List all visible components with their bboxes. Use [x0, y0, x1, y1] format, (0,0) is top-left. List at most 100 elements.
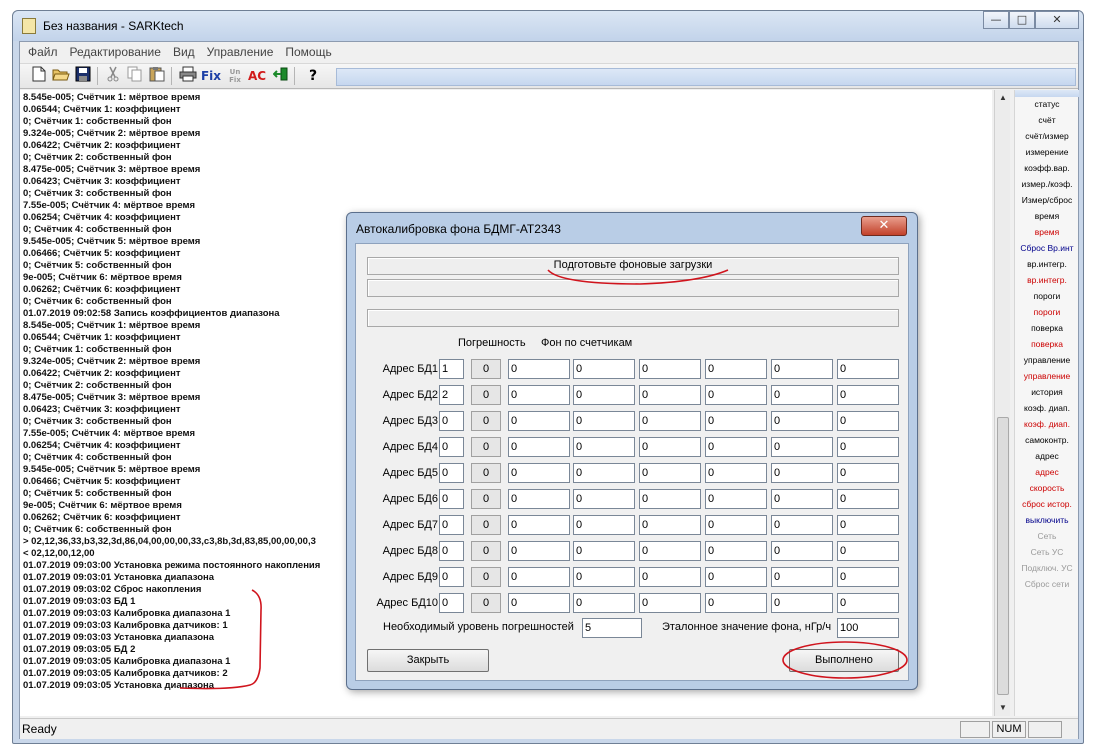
- counter-background-input[interactable]: 0: [508, 437, 570, 457]
- address-input[interactable]: 0: [439, 437, 464, 457]
- counter-background-input[interactable]: 0: [837, 489, 899, 509]
- side-command[interactable]: управление: [1015, 368, 1079, 384]
- side-command[interactable]: измер./коэф.: [1015, 176, 1079, 192]
- counter-background-input[interactable]: 0: [837, 515, 899, 535]
- counter-background-input[interactable]: 0: [639, 437, 701, 457]
- counter-background-input[interactable]: 0: [639, 489, 701, 509]
- required-error-input[interactable]: 5: [582, 618, 642, 638]
- counter-background-input[interactable]: 0: [573, 385, 635, 405]
- done-button[interactable]: Выполнено: [789, 649, 899, 672]
- side-command[interactable]: время: [1015, 208, 1079, 224]
- side-command[interactable]: коэф. диап.: [1015, 416, 1079, 432]
- ac-icon[interactable]: AC: [246, 66, 268, 86]
- menu-edit[interactable]: Редактирование: [64, 42, 167, 62]
- counter-background-input[interactable]: 0: [508, 489, 570, 509]
- counter-background-input[interactable]: 0: [573, 541, 635, 561]
- help-icon[interactable]: ?: [302, 66, 324, 86]
- side-command[interactable]: адрес: [1015, 464, 1079, 480]
- counter-background-input[interactable]: 0: [837, 359, 899, 379]
- counter-background-input[interactable]: 0: [573, 411, 635, 431]
- menu-help[interactable]: Помощь: [279, 42, 337, 62]
- counter-background-input[interactable]: 0: [771, 437, 833, 457]
- address-input[interactable]: 1: [439, 359, 464, 379]
- close-button[interactable]: ✕: [1035, 11, 1079, 29]
- counter-background-input[interactable]: 0: [705, 437, 767, 457]
- counter-background-input[interactable]: 0: [705, 411, 767, 431]
- counter-background-input[interactable]: 0: [837, 437, 899, 457]
- close-dialog-button[interactable]: Закрыть: [367, 649, 489, 672]
- side-command[interactable]: Сброс Вр.инт: [1015, 240, 1079, 256]
- address-input[interactable]: 2: [439, 385, 464, 405]
- side-command[interactable]: пороги: [1015, 304, 1079, 320]
- counter-background-input[interactable]: 0: [705, 489, 767, 509]
- address-input[interactable]: 0: [439, 593, 464, 613]
- counter-background-input[interactable]: 0: [837, 541, 899, 561]
- side-command[interactable]: выключить: [1015, 512, 1079, 528]
- side-command[interactable]: самоконтр.: [1015, 432, 1079, 448]
- side-command[interactable]: скорость: [1015, 480, 1079, 496]
- side-command[interactable]: счёт: [1015, 112, 1079, 128]
- menu-file[interactable]: Файл: [22, 42, 64, 62]
- log-scrollbar[interactable]: ▲ ▼: [994, 90, 1010, 716]
- counter-background-input[interactable]: 0: [639, 385, 701, 405]
- counter-background-input[interactable]: 0: [639, 593, 701, 613]
- counter-background-input[interactable]: 0: [705, 541, 767, 561]
- counter-background-input[interactable]: 0: [771, 463, 833, 483]
- counter-background-input[interactable]: 0: [705, 593, 767, 613]
- counter-background-input[interactable]: 0: [771, 567, 833, 587]
- side-command[interactable]: время: [1015, 224, 1079, 240]
- scroll-down-icon[interactable]: ▼: [995, 700, 1011, 716]
- counter-background-input[interactable]: 0: [639, 411, 701, 431]
- counter-background-input[interactable]: 0: [837, 567, 899, 587]
- counter-background-input[interactable]: 0: [771, 359, 833, 379]
- counter-background-input[interactable]: 0: [771, 515, 833, 535]
- counter-background-input[interactable]: 0: [508, 359, 570, 379]
- title-bar[interactable]: Без названия - SARKtech — □ ✕: [13, 11, 1083, 41]
- menu-view[interactable]: Вид: [167, 42, 201, 62]
- counter-background-input[interactable]: 0: [573, 489, 635, 509]
- address-input[interactable]: 0: [439, 489, 464, 509]
- counter-background-input[interactable]: 0: [705, 515, 767, 535]
- side-command[interactable]: адрес: [1015, 448, 1079, 464]
- counter-background-input[interactable]: 0: [573, 463, 635, 483]
- counter-background-input[interactable]: 0: [837, 385, 899, 405]
- counter-background-input[interactable]: 0: [639, 515, 701, 535]
- side-command[interactable]: управление: [1015, 352, 1079, 368]
- address-input[interactable]: 0: [439, 463, 464, 483]
- counter-background-input[interactable]: 0: [705, 359, 767, 379]
- cut-icon[interactable]: [102, 66, 124, 86]
- counter-background-input[interactable]: 0: [771, 489, 833, 509]
- side-command[interactable]: вр.интегр.: [1015, 256, 1079, 272]
- counter-background-input[interactable]: 0: [639, 463, 701, 483]
- fix-icon[interactable]: Fix: [200, 66, 222, 86]
- reference-value-input[interactable]: 100: [837, 618, 899, 638]
- counter-background-input[interactable]: 0: [771, 385, 833, 405]
- open-icon[interactable]: [50, 66, 72, 86]
- counter-background-input[interactable]: 0: [705, 385, 767, 405]
- counter-background-input[interactable]: 0: [639, 359, 701, 379]
- side-command[interactable]: вр.интегр.: [1015, 272, 1079, 288]
- side-command[interactable]: измерение: [1015, 144, 1079, 160]
- counter-background-input[interactable]: 0: [639, 541, 701, 561]
- side-command[interactable]: коэфф.вар.: [1015, 160, 1079, 176]
- unfix-icon[interactable]: Un Fix: [224, 66, 246, 86]
- copy-icon[interactable]: [124, 66, 146, 86]
- counter-background-input[interactable]: 0: [508, 463, 570, 483]
- dialog-close-button[interactable]: ✕: [861, 216, 907, 236]
- counter-background-input[interactable]: 0: [573, 359, 635, 379]
- counter-background-input[interactable]: 0: [508, 411, 570, 431]
- side-command[interactable]: Измер/сброс: [1015, 192, 1079, 208]
- address-input[interactable]: 0: [439, 541, 464, 561]
- scroll-thumb[interactable]: [997, 417, 1009, 695]
- counter-background-input[interactable]: 0: [837, 411, 899, 431]
- save-icon[interactable]: [72, 66, 94, 86]
- counter-background-input[interactable]: 0: [771, 593, 833, 613]
- counter-background-input[interactable]: 0: [508, 515, 570, 535]
- counter-background-input[interactable]: 0: [837, 593, 899, 613]
- side-command[interactable]: сброс истор.: [1015, 496, 1079, 512]
- scroll-up-icon[interactable]: ▲: [995, 90, 1011, 106]
- new-icon[interactable]: [28, 66, 50, 86]
- minimize-button[interactable]: —: [983, 11, 1009, 29]
- counter-background-input[interactable]: 0: [705, 463, 767, 483]
- address-input[interactable]: 0: [439, 567, 464, 587]
